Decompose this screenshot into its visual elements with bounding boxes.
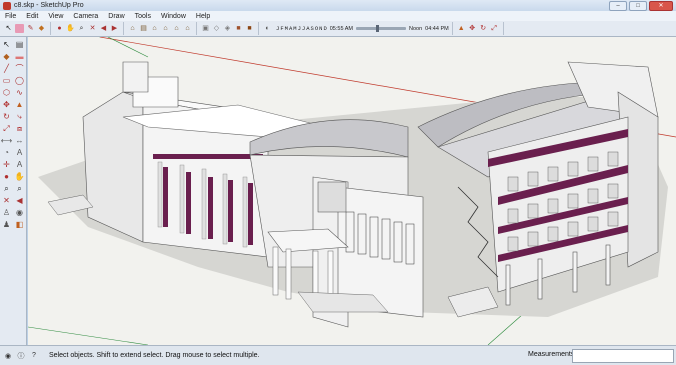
minimize-button[interactable]: – <box>609 1 627 11</box>
window-controls: – □ ✕ <box>609 1 673 11</box>
zoom-extents-icon[interactable]: ✕ <box>1 195 12 206</box>
top-view-icon[interactable]: ▤ <box>139 24 148 33</box>
maximize-button[interactable]: □ <box>629 1 647 11</box>
move-icon[interactable]: ✥ <box>468 24 477 33</box>
toolbar-group-styles: ▣ ◇ ◈ ■ ■ <box>197 22 259 35</box>
toolbar-group-camera: ● ✋ ⌕ ✕ ◀ ▶ <box>51 22 124 35</box>
hidden-line-icon[interactable]: ◈ <box>223 24 232 33</box>
back-view-icon[interactable]: ⌂ <box>172 24 181 33</box>
look-around-icon[interactable]: ◉ <box>14 207 25 218</box>
pan-icon[interactable]: ✋ <box>14 171 25 182</box>
toolbar-group-edit: ▲ ✥ ↻ ⤢ <box>453 22 504 35</box>
move-icon[interactable]: ✥ <box>1 99 12 110</box>
menu-camera[interactable]: Camera <box>68 13 103 20</box>
zoom-icon[interactable]: ⌕ <box>1 183 12 194</box>
menu-draw[interactable]: Draw <box>103 13 129 20</box>
pan-icon[interactable]: ✋ <box>66 24 75 33</box>
window-title: c8.skp - SketchUp Pro <box>14 2 84 9</box>
title-bar: c8.skp - SketchUp Pro – □ ✕ <box>0 0 676 11</box>
rotate-icon[interactable]: ↻ <box>1 111 12 122</box>
rotate-icon[interactable]: ↻ <box>479 24 488 33</box>
wireframe-icon[interactable]: ◇ <box>212 24 221 33</box>
shadow-settings: ◐ J F M A M J J A S O N D 05:55 AM Noon … <box>259 22 453 35</box>
orbit-icon[interactable]: ● <box>1 171 12 182</box>
section-plane-icon[interactable]: ◧ <box>14 219 25 230</box>
previous-icon[interactable]: ◀ <box>14 195 25 206</box>
line-icon[interactable]: ╱ <box>1 63 12 74</box>
offset-icon[interactable]: ⧈ <box>14 123 25 134</box>
next-view-icon[interactable]: ▶ <box>110 24 119 33</box>
orbit-icon[interactable]: ● <box>55 24 64 33</box>
axes-icon[interactable]: ✛ <box>1 159 12 170</box>
select-icon[interactable]: ↖ <box>1 39 12 50</box>
sketchup-logo-icon <box>3 1 11 10</box>
model-viewport[interactable] <box>28 37 676 345</box>
push-pull-icon[interactable]: ▲ <box>14 99 25 110</box>
follow-me-icon[interactable]: ⤷ <box>14 111 25 122</box>
zoom-icon[interactable]: ⌕ <box>77 24 86 33</box>
status-hint: Select objects. Shift to extend select. … <box>49 352 260 359</box>
scale-icon[interactable]: ⤢ <box>1 123 12 134</box>
building-model <box>28 37 676 345</box>
walk-icon[interactable]: ♟ <box>1 219 12 230</box>
shadow-toggle-icon[interactable]: ◐ <box>263 24 272 33</box>
time-start: 05:55 AM <box>329 25 353 32</box>
credits-icon[interactable]: ⓘ <box>16 351 26 361</box>
arc-icon[interactable]: ⌒ <box>14 63 25 74</box>
polygon-icon[interactable]: ⬡ <box>1 87 12 98</box>
paint-icon[interactable]: ◆ <box>1 51 12 62</box>
textured-icon[interactable]: ■ <box>245 24 254 33</box>
help-icon[interactable]: ? <box>29 351 39 361</box>
measurements-input[interactable] <box>572 349 674 363</box>
menu-window[interactable]: Window <box>156 13 191 20</box>
geo-location-icon[interactable]: ◉ <box>3 351 13 361</box>
shaded-icon[interactable]: ■ <box>234 24 243 33</box>
paint-bucket-icon[interactable]: ◆ <box>37 24 46 33</box>
circle-icon[interactable]: ◯ <box>14 75 25 86</box>
rectangle-icon[interactable]: ▭ <box>1 75 12 86</box>
front-view-icon[interactable]: ⌂ <box>150 24 159 33</box>
select-arrow-icon[interactable]: ↖ <box>4 24 13 33</box>
right-view-icon[interactable]: ⌂ <box>161 24 170 33</box>
eraser-icon[interactable] <box>15 24 24 33</box>
dimension-icon[interactable]: ↔ <box>14 135 25 146</box>
xray-icon[interactable]: ▣ <box>201 24 210 33</box>
previous-view-icon[interactable]: ◀ <box>99 24 108 33</box>
toolbar-group-principal: ↖ ✎ ◆ <box>0 22 51 35</box>
protractor-icon[interactable]: ◔ <box>1 147 12 158</box>
iso-view-icon[interactable]: ⌂ <box>128 24 137 33</box>
pencil-icon[interactable]: ✎ <box>26 24 35 33</box>
close-button[interactable]: ✕ <box>649 1 673 11</box>
text-icon[interactable]: A <box>14 147 25 158</box>
push-pull-icon[interactable]: ▲ <box>457 24 466 33</box>
tape-measure-icon[interactable]: ⟷ <box>1 135 12 146</box>
time-noon: Noon <box>409 25 423 32</box>
measurements-label: Measurements <box>528 351 575 358</box>
time-slider[interactable] <box>356 25 406 32</box>
left-toolbar: ↖ ▤ ◆ ▬ ╱ ⌒ ▭ ◯ ⬡ ∿ ✥ ▲ ↻ ⤷ ⤢ ⧈ ⟷ ↔ ◔ A … <box>0 37 27 345</box>
eraser-icon[interactable]: ▬ <box>14 51 25 62</box>
main-toolbar: ↖ ✎ ◆ ● ✋ ⌕ ✕ ◀ ▶ ⌂ ▤ ⌂ ⌂ ⌂ ⌂ ▣ ◇ ◈ ■ ■ … <box>0 21 676 37</box>
zoom-window-icon[interactable]: ⌕ <box>14 183 25 194</box>
left-view-icon[interactable]: ⌂ <box>183 24 192 33</box>
freehand-icon[interactable]: ∿ <box>14 87 25 98</box>
toolbar-group-views: ⌂ ▤ ⌂ ⌂ ⌂ ⌂ <box>124 22 197 35</box>
make-component-icon[interactable]: ▤ <box>14 39 25 50</box>
zoom-extents-icon[interactable]: ✕ <box>88 24 97 33</box>
3d-text-icon[interactable]: A <box>14 159 25 170</box>
position-camera-icon[interactable]: ♙ <box>1 207 12 218</box>
menu-tools[interactable]: Tools <box>130 13 156 20</box>
month-selector[interactable]: J F M A M J J A S O N D <box>276 25 327 32</box>
menu-view[interactable]: View <box>43 13 68 20</box>
scale-icon[interactable]: ⤢ <box>490 24 499 33</box>
menu-edit[interactable]: Edit <box>21 13 43 20</box>
menu-file[interactable]: File <box>0 13 21 20</box>
time-end: 04:44 PM <box>425 25 449 32</box>
menu-help[interactable]: Help <box>191 13 215 20</box>
status-bar: ◉ ⓘ ? Select objects. Shift to extend se… <box>0 345 676 365</box>
